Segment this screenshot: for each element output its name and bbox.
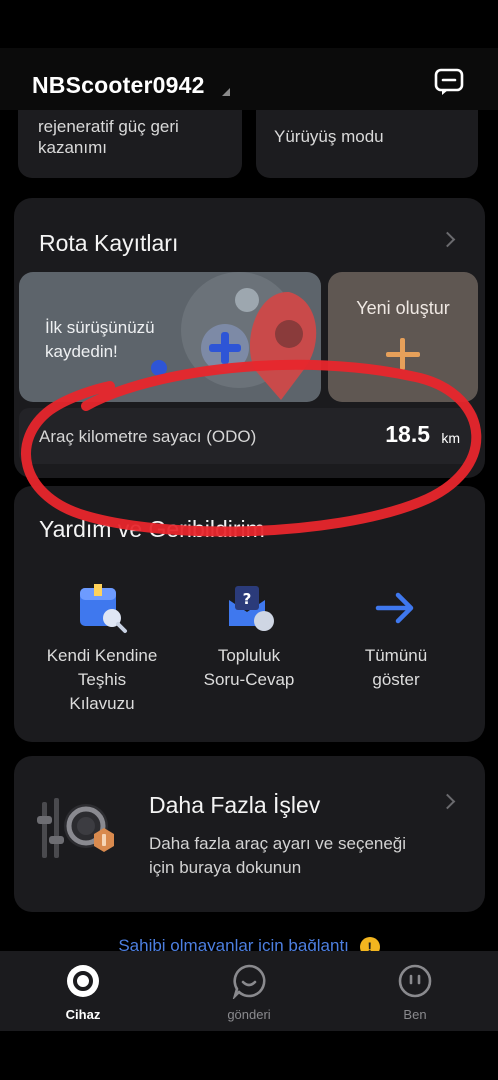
more-functions-title: Daha Fazla İşlev — [149, 792, 321, 818]
create-new-label: Yeni oluştur — [356, 298, 450, 318]
help-title: Yardım ve Geribildirim — [39, 516, 265, 542]
nav-post-label: gönderi — [227, 1007, 271, 1022]
device-name[interactable]: NBScooter0942 — [32, 72, 205, 99]
odo-unit: km — [441, 430, 460, 446]
help-item-diagnosis[interactable]: Kendi Kendine Teşhis Kılavuzu — [22, 576, 182, 726]
me-tab-icon — [398, 964, 432, 998]
bottom-nav: Cihaz gönderi Ben — [0, 951, 498, 1031]
message-icon[interactable] — [434, 68, 464, 96]
svg-text:?: ? — [243, 590, 252, 608]
post-tab-icon — [232, 964, 266, 999]
nav-me[interactable]: Ben — [332, 951, 498, 1031]
help-item-show-all[interactable]: Tümünü göster — [316, 576, 476, 726]
diagnosis-guide-icon — [80, 584, 127, 633]
nav-device[interactable]: Cihaz — [0, 951, 166, 1031]
nav-device-label: Cihaz — [65, 1007, 101, 1022]
odo-value: 18.5 — [385, 421, 430, 447]
route-records-title: Rota Kayıtları — [39, 230, 179, 256]
device-tab-icon — [67, 965, 99, 997]
nav-post[interactable]: gönderi — [166, 951, 332, 1031]
first-ride-card[interactable]: İlk sürüşünüzü kaydedin! — [19, 272, 321, 402]
chevron-right-icon[interactable] — [439, 793, 456, 810]
regen-label: rejeneratif güç geri kazanımı — [38, 117, 179, 157]
chevron-right-icon[interactable] — [439, 231, 456, 248]
odo-row: Araç kilometre sayacı (ODO) 18.5 km — [19, 408, 478, 464]
device-dropdown-icon[interactable] — [222, 88, 230, 96]
nav-me-label: Ben — [403, 1007, 427, 1022]
settings-sliders-icon — [37, 798, 114, 858]
help-feedback-card: Yardım ve Geribildirim Kendi Kendine Teş… — [14, 486, 485, 742]
app-header: NBScooter0942 — [0, 48, 498, 110]
more-functions-description: Daha fazla araç ayarı ve seçeneği için b… — [149, 834, 407, 877]
first-ride-label: İlk sürüşünüzü kaydedin! — [45, 318, 155, 361]
help-item-diagnosis-label: Kendi Kendine Teşhis Kılavuzu — [46, 646, 158, 713]
plus-icon-vertical — [400, 338, 405, 370]
help-item-community-label: Topluluk Soru-Cevap — [203, 646, 295, 689]
community-qa-icon: ? — [229, 586, 274, 631]
more-functions-card[interactable]: Daha Fazla İşlev Daha fazla araç ayarı v… — [14, 756, 485, 912]
odo-label: Araç kilometre sayacı (ODO) — [39, 427, 257, 446]
arrow-right-icon — [375, 592, 414, 624]
walk-mode-label: Yürüyüş modu — [274, 127, 384, 146]
route-records-card: Rota Kayıtları İlk sürüşünüzü kaydedin! … — [14, 198, 485, 478]
system-bar — [0, 1031, 498, 1080]
help-item-community[interactable]: ? Topluluk Soru-Cevap — [169, 576, 329, 726]
create-new-card[interactable]: Yeni oluştur — [328, 272, 478, 402]
help-item-show-all-label: Tümünü göster — [364, 646, 428, 689]
